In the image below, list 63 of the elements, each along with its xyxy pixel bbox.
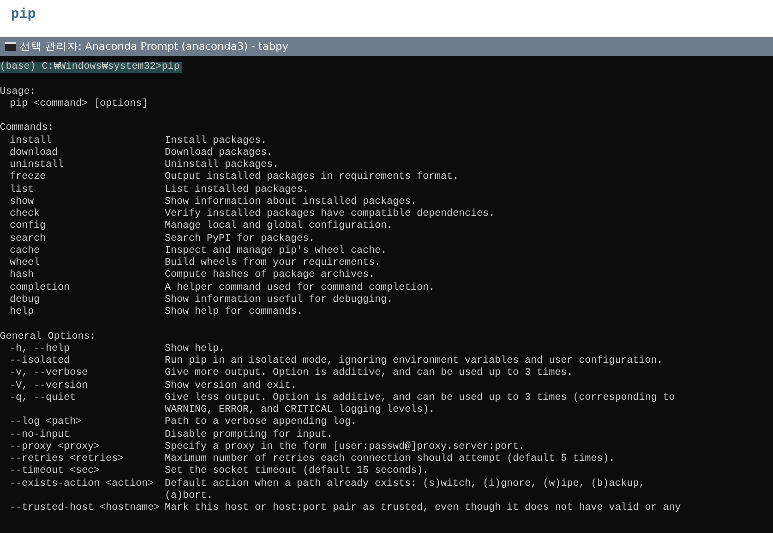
option-description: Compute hashes of package archives. bbox=[165, 270, 376, 282]
option-name: install bbox=[9, 136, 54, 148]
option-name: --isolated bbox=[9, 356, 72, 368]
option-name: show bbox=[9, 196, 36, 208]
option-name: -v, --verbose bbox=[9, 368, 90, 380]
section-label: Usage: bbox=[0, 86, 36, 98]
option-description: Download packages. bbox=[165, 148, 274, 159]
option-description: List installed packages. bbox=[165, 184, 310, 196]
usage-text: pip <command> [options] bbox=[10, 98, 148, 110]
option-description: A helper command used for command completion. bbox=[165, 282, 436, 294]
option-name: --log <path> bbox=[9, 417, 84, 430]
option-name: -h, --help bbox=[9, 344, 72, 356]
option-name: debug bbox=[9, 294, 42, 306]
option-name: --no-input bbox=[9, 430, 72, 442]
option-name: -q, --quiet bbox=[9, 392, 78, 405]
option-description: Show information useful for debugging. bbox=[165, 294, 394, 306]
option-name: --retries <retries> bbox=[9, 454, 126, 466]
option-description: Uninstall packages. bbox=[165, 160, 280, 171]
section-label: Commands: bbox=[0, 123, 54, 134]
option-description: Mark this host or host:port pair as trusted, even though it does not have valid or any bbox=[165, 503, 682, 514]
option-description: Verify installed packages have compatible dependencies. bbox=[165, 209, 496, 220]
option-name: download bbox=[9, 148, 60, 160]
option-description: Install packages. bbox=[165, 136, 268, 146]
option-description: Show version and exit. bbox=[165, 380, 298, 392]
option-description: Specify a proxy in the form [user:passwd@]proxy.server:port. bbox=[165, 442, 526, 453]
option-description: Manage local and global configuration. bbox=[165, 221, 394, 232]
option-description: Disable prompting for input. bbox=[165, 430, 334, 440]
option-description: Maximum number of retries each connection should attempt (default 5 times). bbox=[165, 454, 616, 465]
option-description: Give less output. Option is additive, and can be used up to 3 times (corresponding to bbox=[165, 392, 676, 404]
option-description: (a)bort. bbox=[165, 490, 214, 502]
option-name: check bbox=[9, 209, 42, 220]
window-title: 선택 관리자: Anaconda Prompt (anaconda3) - tabpy bbox=[20, 40, 289, 54]
option-name: -V, --version bbox=[9, 380, 90, 392]
option-name: --trusted-host <hostname> bbox=[9, 503, 162, 516]
option-description: Show help for commands. bbox=[165, 307, 304, 318]
option-description: Show help. bbox=[165, 344, 226, 355]
option-name: uninstall bbox=[9, 160, 66, 172]
option-name: freeze bbox=[9, 172, 48, 184]
option-name: wheel bbox=[9, 258, 42, 270]
option-description: Default action when a path already exists: (s)witch, (i)gnore, (w)ipe, (b)ackup, bbox=[165, 478, 646, 490]
page-heading: pip bbox=[10, 6, 38, 25]
option-description: Show information about installed packages. bbox=[165, 196, 418, 208]
console-icon bbox=[5, 42, 16, 51]
option-name: list bbox=[9, 184, 36, 196]
option-description: Search PyPI for packages. bbox=[165, 234, 316, 244]
option-description: Inspect and manage pip's wheel cache. bbox=[165, 246, 388, 257]
option-name: cache bbox=[9, 246, 42, 258]
option-name: config bbox=[9, 221, 48, 234]
option-description: Run pip in an isolated mode, ignoring environment variables and user configuration. bbox=[165, 356, 664, 367]
option-name: --proxy <proxy> bbox=[9, 442, 102, 454]
section-label: General Options: bbox=[0, 332, 96, 342]
option-name: --timeout <sec> bbox=[9, 466, 102, 478]
option-description: Set the socket timeout (default 15 seconds). bbox=[165, 466, 430, 478]
option-name: search bbox=[9, 234, 48, 246]
option-description: Build wheels from your requirements. bbox=[165, 258, 382, 269]
option-description: Path to a verbose appending log. bbox=[165, 417, 358, 428]
option-name: help bbox=[9, 307, 36, 320]
option-description: Output installed packages in requirements format. bbox=[165, 172, 460, 184]
option-name: --exists-action <action> bbox=[9, 478, 156, 491]
option-description: Give more output. Option is additive, and can be used up to 3 times. bbox=[165, 368, 574, 380]
option-description: WARNING, ERROR, and CRITICAL logging levels). bbox=[165, 405, 436, 416]
option-name: hash bbox=[9, 270, 36, 282]
option-name: completion bbox=[9, 282, 72, 294]
